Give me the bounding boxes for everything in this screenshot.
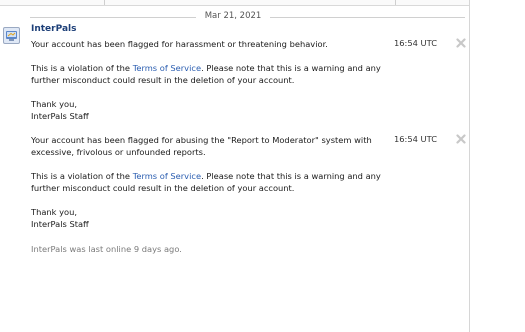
message-time: 16:54 UTC [394,38,437,48]
message-text: . Please note that this is a warning and… [201,63,381,73]
message-text: This is a violation of the [31,63,133,73]
separator-line [30,17,196,18]
toolbar-divider [104,0,105,5]
delete-message-icon[interactable] [456,38,466,48]
date-separator: Mar 21, 2021 [30,11,465,23]
signature-text: InterPals Staff [31,219,89,229]
separator-line [270,17,465,18]
terms-of-service-link[interactable]: Terms of Service [133,171,201,181]
message-time: 16:54 UTC [394,134,437,144]
panel-right-border [469,0,470,332]
message-text: Your account has been flagged for harass… [31,39,328,49]
delete-message-icon[interactable] [456,134,466,144]
last-online-status: InterPals was last online 9 days ago. [31,244,182,254]
date-label: Mar 21, 2021 [204,11,262,21]
message-text: This is a violation of the Terms of Serv… [31,62,391,74]
message-text: . Please note that this is a warning and… [201,171,381,181]
message-text: excessive, frivolous or unfounded report… [31,147,206,157]
message-text: further misconduct could result in the d… [31,183,295,193]
site-avatar-icon[interactable] [3,27,20,44]
signoff-text: Thank you, [31,207,77,217]
toolbar-divider [395,0,396,5]
message-text: This is a violation of the [31,171,133,181]
message-body: Your account has been flagged for harass… [31,38,391,122]
top-toolbar-edge [0,0,470,6]
signature-text: InterPals Staff [31,111,89,121]
message-text: This is a violation of the Terms of Serv… [31,170,391,182]
message-text: Your account has been flagged for abusin… [31,135,372,145]
sender-name[interactable]: InterPals [31,24,76,34]
message-body: Your account has been flagged for abusin… [31,134,391,230]
message-text: further misconduct could result in the d… [31,75,295,85]
terms-of-service-link[interactable]: Terms of Service [133,63,201,73]
signoff-text: Thank you, [31,99,77,109]
